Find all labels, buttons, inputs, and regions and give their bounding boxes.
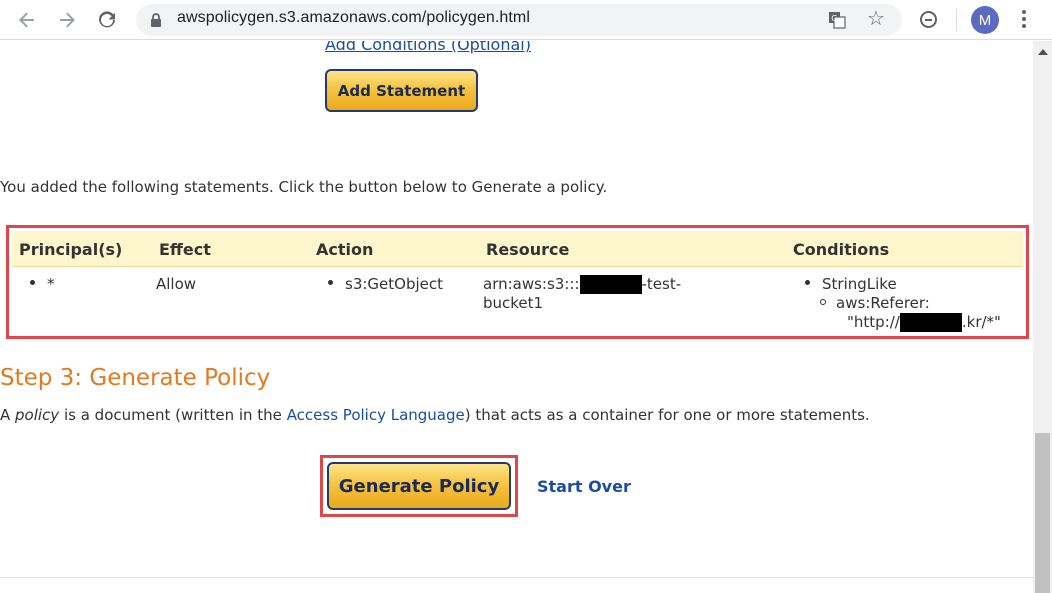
forward-arrow-icon[interactable]: [53, 6, 81, 34]
condition-key: aws:Referer:: [836, 294, 930, 312]
avatar[interactable]: M: [971, 6, 999, 34]
svg-text:G: G: [831, 14, 837, 23]
intro-text: You added the following statements. Clic…: [0, 178, 608, 196]
vertical-scrollbar[interactable]: [1033, 41, 1052, 593]
resource-line2: bucket1: [483, 294, 544, 312]
header-principals: Principal(s): [19, 240, 123, 259]
table-header: Principal(s) Effect Action Resource Cond…: [12, 231, 1023, 267]
minus-circle-icon[interactable]: [920, 11, 937, 28]
reload-icon[interactable]: [93, 6, 121, 34]
start-over-link[interactable]: Start Over: [537, 477, 631, 496]
generate-policy-highlight: Generate Policy: [320, 455, 518, 517]
desc-part: A: [0, 406, 16, 424]
header-effect: Effect: [159, 240, 211, 259]
header-resource: Resource: [486, 240, 570, 259]
bullet: [805, 280, 810, 285]
add-statement-button[interactable]: Add Statement: [325, 69, 478, 112]
access-policy-language-link[interactable]: Access Policy Language: [287, 406, 465, 424]
action-value: s3:GetObject: [345, 275, 443, 293]
generate-policy-button[interactable]: Generate Policy: [327, 462, 511, 510]
step3-title: Step 3: Generate Policy: [0, 365, 271, 391]
page-content: Add Conditions (Optional) Add Statement …: [0, 41, 1033, 593]
browser-toolbar: awspolicygen.s3.amazonaws.com/policygen.…: [0, 0, 1052, 40]
cell-principal: *: [30, 275, 55, 294]
address-bar[interactable]: awspolicygen.s3.amazonaws.com/policygen.…: [136, 4, 902, 36]
cell-effect: Allow: [156, 275, 197, 293]
desc-part: is a document (written in the: [59, 406, 287, 424]
star-icon[interactable]: ☆: [867, 8, 885, 28]
desc-policy-italic: policy: [15, 406, 60, 424]
statements-table: Principal(s) Effect Action Resource Cond…: [6, 225, 1029, 339]
header-conditions: Conditions: [793, 240, 890, 259]
bullet: [30, 280, 35, 285]
condition-operator: StringLike: [822, 275, 897, 293]
translate-icon[interactable]: G: [828, 11, 846, 29]
bullet: [328, 280, 333, 285]
scroll-up-arrow-icon[interactable]: [1038, 49, 1048, 55]
redacted-block: [579, 275, 642, 294]
add-conditions-link[interactable]: Add Conditions (Optional): [325, 41, 531, 54]
redacted-block: [899, 313, 962, 332]
cell-resource: arn:aws:s3::: -test- bucket1: [483, 275, 723, 313]
toolbar-separator: [956, 9, 957, 31]
condition-value-prefix: "http://: [847, 313, 900, 331]
resource-prefix: arn:aws:s3:::: [483, 275, 580, 293]
principal-value: *: [47, 275, 55, 293]
step3-description: A policy is a document (written in the A…: [0, 406, 870, 424]
back-arrow-icon[interactable]: [13, 6, 41, 34]
resource-suffix: -test-: [641, 275, 682, 293]
kebab-menu-icon[interactable]: [1022, 10, 1026, 30]
condition-value-suffix: .kr/*": [961, 313, 1001, 331]
cell-action: s3:GetObject: [328, 275, 443, 294]
cell-conditions: StringLike aws:Referer: "http:// .kr/*": [805, 275, 1033, 332]
header-action: Action: [316, 240, 374, 259]
scroll-thumb[interactable]: [1035, 433, 1050, 593]
footer-divider: [0, 577, 1033, 578]
desc-part: ) that acts as a container for one or mo…: [464, 406, 870, 424]
circle-bullet: [820, 298, 826, 305]
url-text[interactable]: awspolicygen.s3.amazonaws.com/policygen.…: [177, 9, 530, 27]
lock-icon[interactable]: [150, 12, 162, 28]
